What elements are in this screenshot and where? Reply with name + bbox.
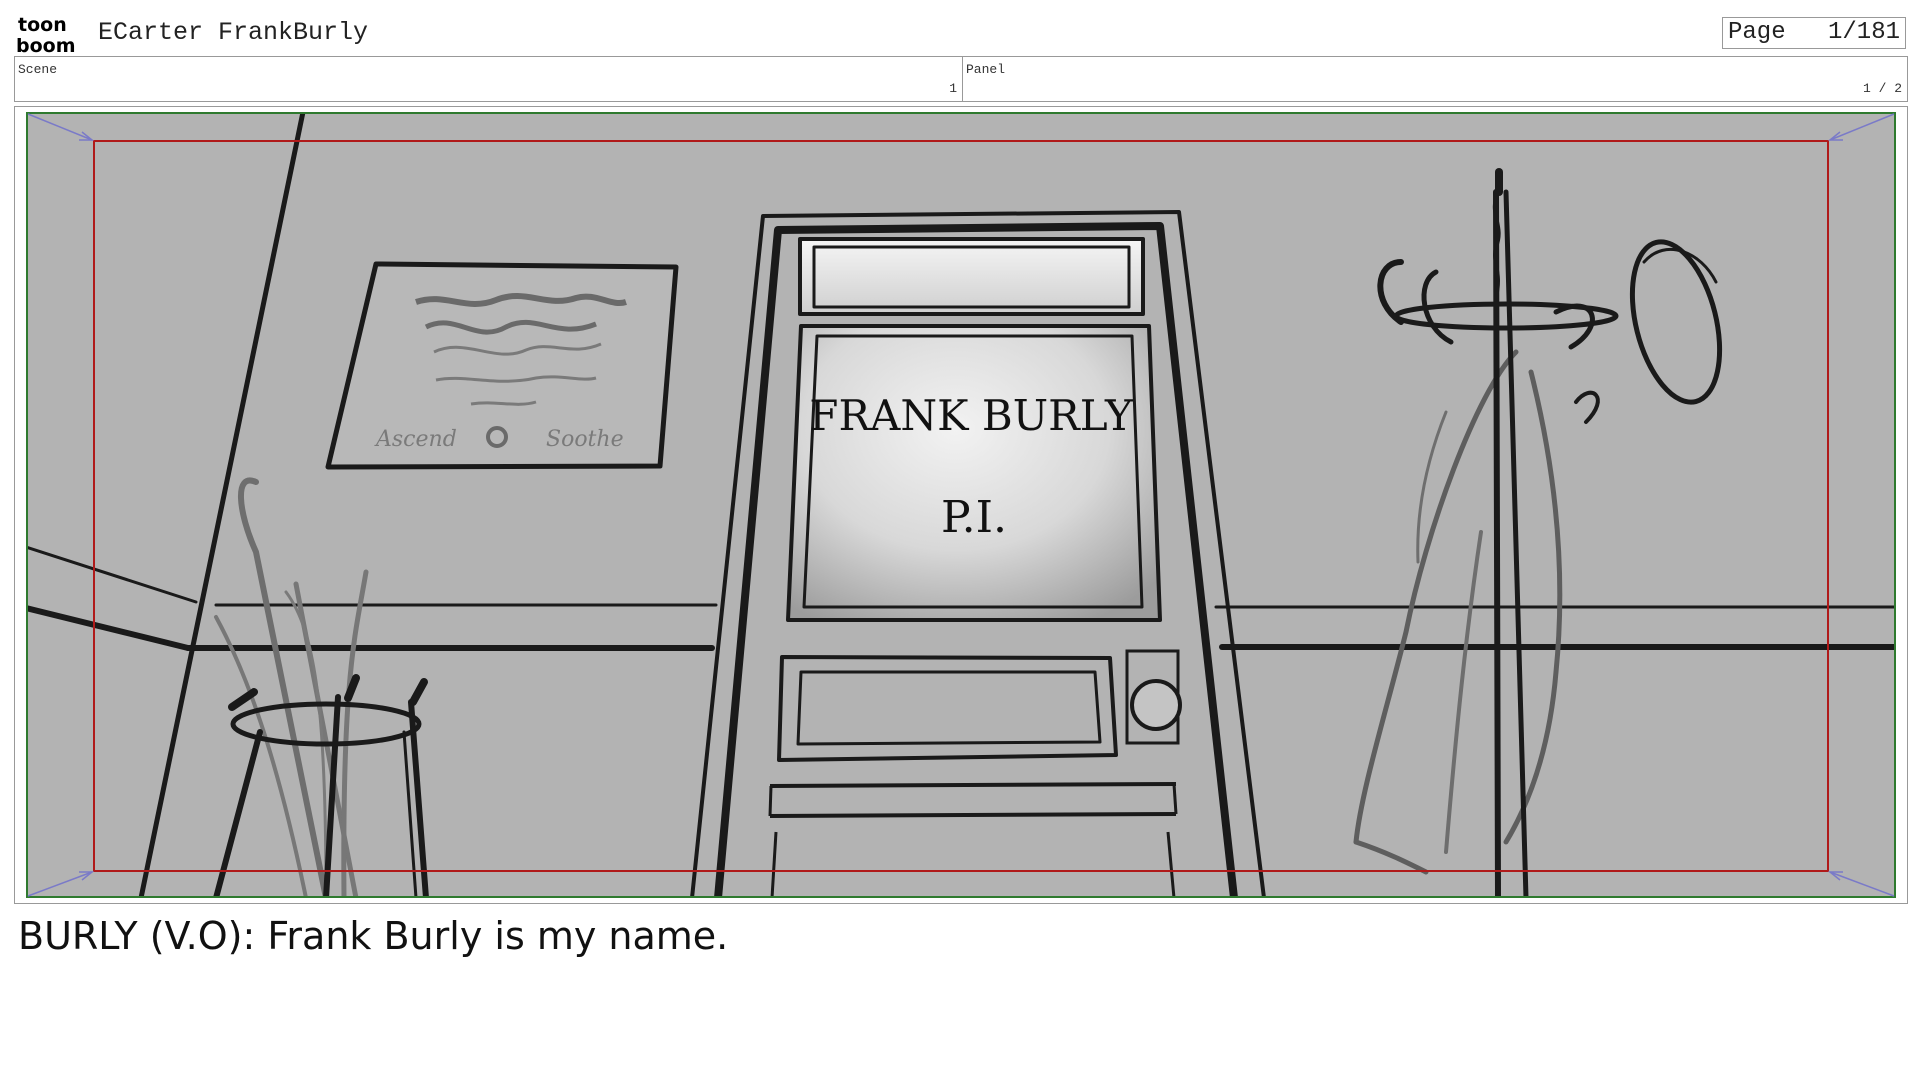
project-title: ECarter FrankBurly bbox=[98, 18, 369, 47]
poster-left-text: Ascend bbox=[374, 427, 457, 452]
door-sign-name: FRANK BURLY bbox=[809, 391, 1134, 440]
page-indicator: Page 1/181 bbox=[1722, 17, 1906, 49]
panel-value: 1 / 2 bbox=[1862, 81, 1902, 96]
scene-cell: Scene 1 bbox=[15, 57, 963, 101]
scene-panel-info: Scene 1 Panel 1 / 2 bbox=[14, 56, 1908, 102]
logo-text-bottom: boom bbox=[16, 35, 76, 54]
panel-cell: Panel 1 / 2 bbox=[963, 57, 1907, 101]
logo-text-top: toon bbox=[18, 14, 67, 36]
dialogue-caption: BURLY (V.O): Frank Burly is my name. bbox=[18, 914, 729, 958]
scene-value: 1 bbox=[949, 81, 957, 96]
storyboard-panel-drawing: Ascend Soothe FRANK BURLY P.I. bbox=[26, 112, 1896, 898]
page-value: 1/181 bbox=[1827, 19, 1900, 46]
scene-label: Scene bbox=[18, 62, 58, 77]
poster-right-text: Soothe bbox=[546, 427, 624, 452]
framed-poster: Ascend Soothe bbox=[325, 261, 679, 470]
door-glass bbox=[786, 324, 1162, 622]
door-transom bbox=[798, 237, 1145, 316]
page-label: Page bbox=[1728, 19, 1786, 46]
panel-label: Panel bbox=[966, 62, 1006, 77]
toon-boom-logo: toon boom bbox=[16, 14, 76, 54]
door-sign-title: P.I. bbox=[941, 492, 1007, 543]
